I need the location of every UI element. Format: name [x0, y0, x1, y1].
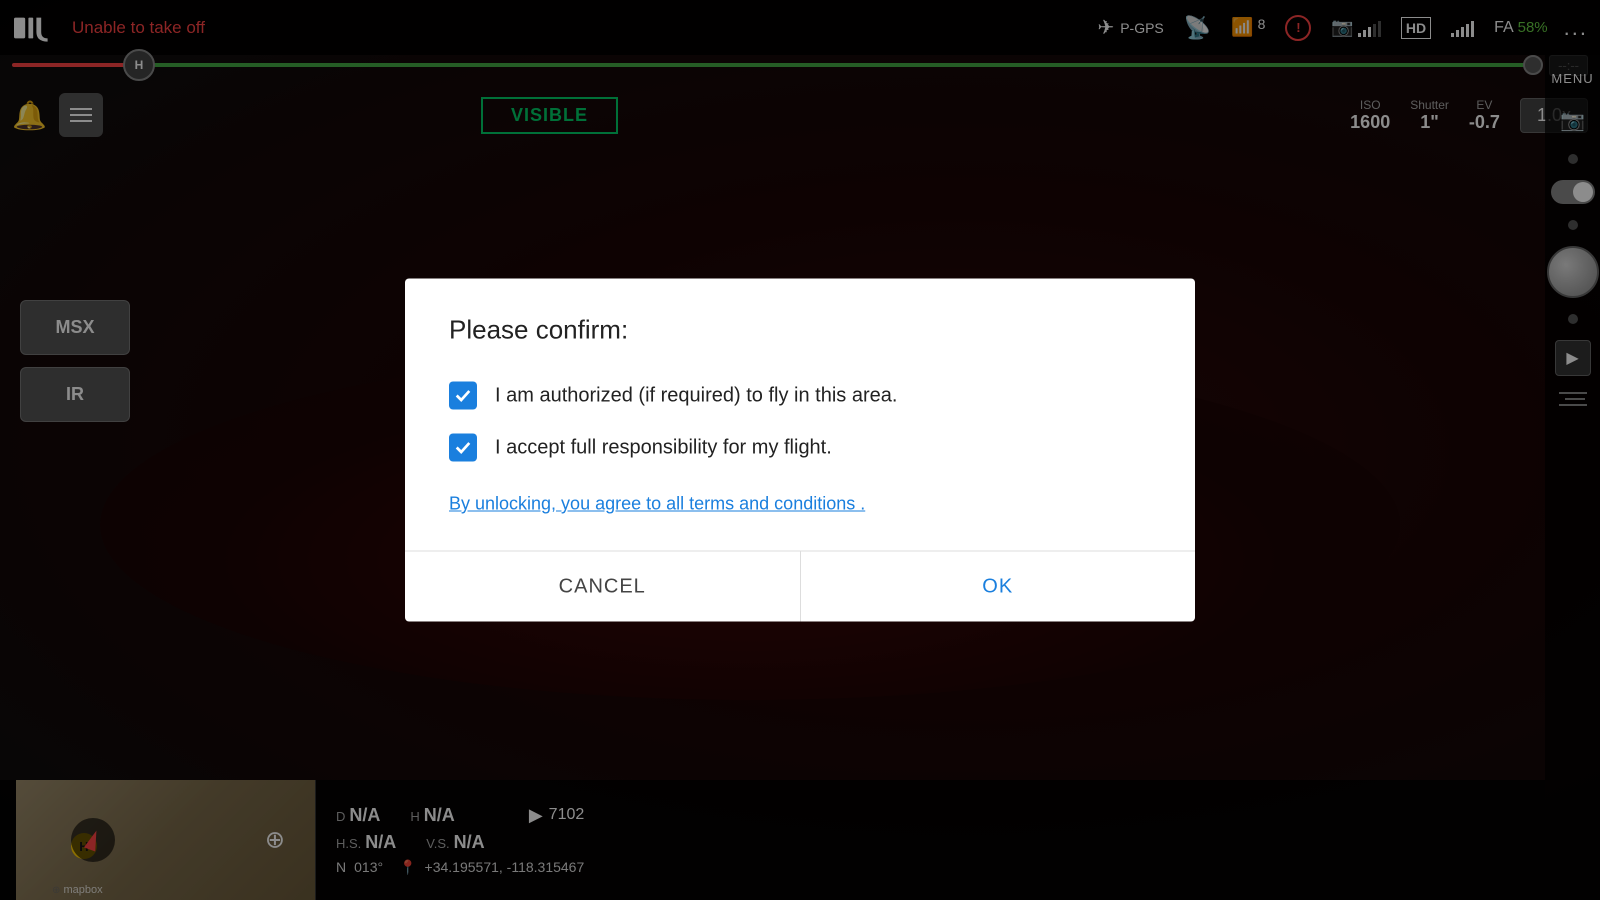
- dialog-title: Please confirm:: [449, 315, 1151, 346]
- checkbox-2[interactable]: [449, 434, 477, 462]
- checkbox-item-1: I am authorized (if required) to fly in …: [449, 382, 1151, 410]
- dialog-body: Please confirm: I am authorized (if requ…: [405, 279, 1195, 551]
- dialog-actions: CANCEL OK: [405, 552, 1195, 622]
- checkbox-1-label: I am authorized (if required) to fly in …: [495, 384, 897, 407]
- checkbox-item-2: I accept full responsibility for my flig…: [449, 434, 1151, 462]
- terms-link[interactable]: By unlocking, you agree to all terms and…: [449, 494, 1151, 515]
- checkbox-2-label: I accept full responsibility for my flig…: [495, 436, 832, 459]
- checkbox-1[interactable]: [449, 382, 477, 410]
- ok-button[interactable]: OK: [801, 552, 1196, 622]
- cancel-button[interactable]: CANCEL: [405, 552, 801, 622]
- confirm-dialog: Please confirm: I am authorized (if requ…: [405, 279, 1195, 622]
